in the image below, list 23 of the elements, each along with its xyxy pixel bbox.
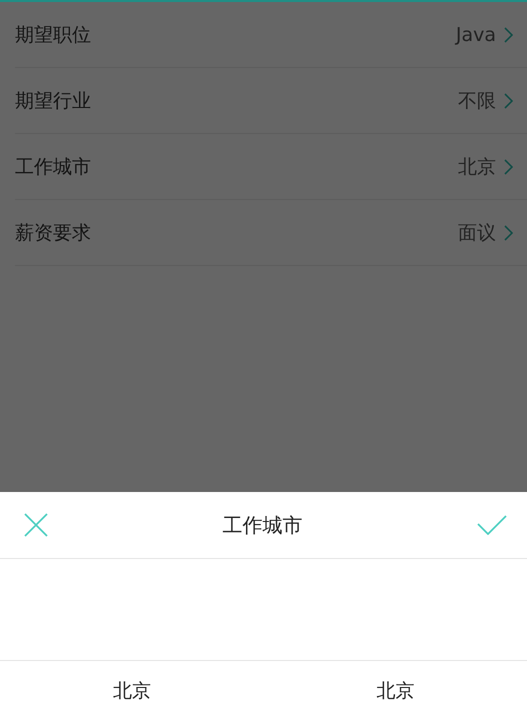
check-icon xyxy=(477,515,507,535)
settings-row[interactable]: 期望职位 Java xyxy=(15,2,527,68)
close-icon xyxy=(24,513,48,537)
chevron-icon xyxy=(504,92,513,108)
settings-row[interactable]: 薪资要求 面议 xyxy=(15,200,527,266)
sheet-title: 工作城市 xyxy=(222,512,302,538)
confirm-button[interactable] xyxy=(477,515,507,535)
settings-row[interactable]: 工作城市 北京 xyxy=(15,134,527,200)
row-value: 不限 xyxy=(458,88,496,114)
row-value: Java xyxy=(456,24,496,46)
row-label: 期望行业 xyxy=(15,88,92,114)
chevron-icon xyxy=(504,26,513,42)
row-label: 工作城市 xyxy=(15,154,92,180)
close-button[interactable] xyxy=(24,513,48,537)
settings-row[interactable]: 期望行业 不限 xyxy=(15,68,527,134)
row-value: 面议 xyxy=(458,220,496,246)
chevron-icon xyxy=(504,158,513,174)
chevron-icon xyxy=(504,224,513,240)
row-label: 期望职位 xyxy=(15,22,92,48)
row-label: 薪资要求 xyxy=(15,220,92,246)
picker-option[interactable]: 北京 xyxy=(376,678,414,704)
row-value: 北京 xyxy=(458,154,496,180)
picker-option[interactable]: 北京 xyxy=(112,678,151,704)
